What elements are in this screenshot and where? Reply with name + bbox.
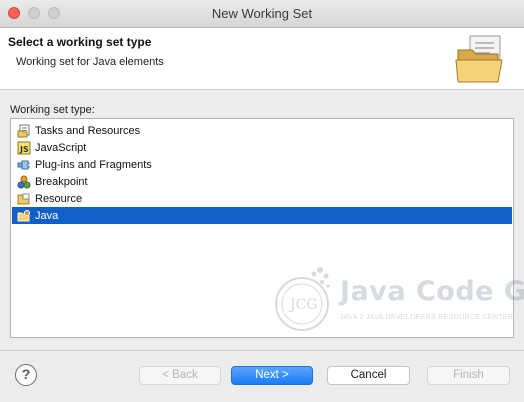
page-title: Select a working set type (8, 35, 152, 49)
watermark-tagline: JAVA 2 JAVA DEVELOPERS RESOURCE CENTER (340, 314, 514, 321)
new-working-set-dialog: New Working Set Select a working set typ… (0, 0, 524, 402)
list-item-label: Tasks and Resources (35, 124, 141, 137)
list-item-label: Plug-ins and Fragments (35, 158, 152, 171)
list-item-label: Resource (35, 192, 83, 205)
back-button[interactable]: < Back (139, 366, 221, 385)
java-code-geeks-watermark: JCG Java Code Geeks JAVA 2 JAVA DEVELOPE… (268, 262, 524, 338)
list-item-javascript[interactable]: JS JavaScript (12, 139, 512, 156)
list-item-label: Java (35, 209, 59, 222)
javascript-icon: JS (17, 141, 31, 154)
title-bar: New Working Set (0, 0, 524, 28)
list-item-breakpoint[interactable]: Breakpoint (12, 173, 512, 190)
resource-folder-icon (17, 193, 30, 204)
page-description: Working set for Java elements (16, 56, 164, 68)
finish-button[interactable]: Finish (427, 366, 510, 385)
next-button[interactable]: Next > (231, 366, 313, 385)
watermark-brand: Java Code Geeks (340, 276, 524, 307)
tasks-resources-icon (17, 124, 30, 137)
list-item-label: Breakpoint (35, 175, 88, 188)
svg-text:JS: JS (19, 145, 29, 154)
list-item-label: JavaScript (35, 141, 87, 154)
java-folder-icon (17, 209, 30, 221)
jcg-logo-text: JCG (288, 297, 318, 313)
list-item-tasks-and-resources[interactable]: Tasks and Resources (12, 122, 512, 139)
footer-separator (0, 350, 524, 351)
jcg-logo-icon: JCG (275, 267, 330, 331)
list-item-plug-ins-and-fragments[interactable]: Plug-ins and Fragments (12, 156, 512, 173)
window-title: New Working Set (211, 6, 313, 21)
plugin-icon (17, 160, 30, 169)
wizard-header: Select a working set type Working set fo… (0, 28, 524, 90)
working-set-type-label: Working set type: (10, 104, 95, 116)
breakpoint-icon (17, 175, 31, 188)
help-button[interactable]: ? (15, 364, 37, 386)
list-item-resource[interactable]: Resource (12, 190, 512, 207)
list-item-java[interactable]: Java (12, 207, 512, 224)
cancel-button[interactable]: Cancel (327, 366, 410, 385)
working-set-folder-icon (455, 35, 503, 83)
